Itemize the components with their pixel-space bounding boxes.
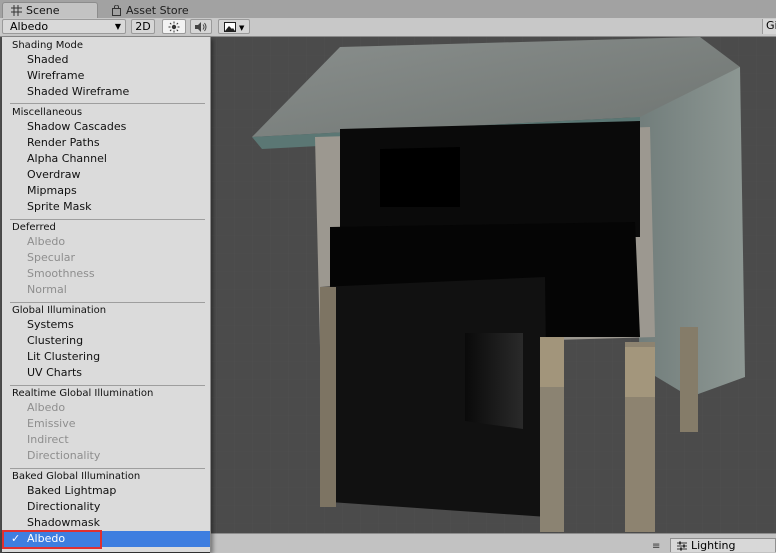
- menu-item-render-paths[interactable]: Render Paths: [27, 135, 207, 151]
- menu-item-realtime-directionality: Directionality: [27, 449, 101, 462]
- menu-item-deferred-normal: Normal: [27, 283, 67, 296]
- section-title-shading-mode: Shading Mode: [12, 40, 84, 51]
- image-icon: [223, 22, 236, 32]
- menu-item-deferred-albedo: Albedo: [27, 235, 66, 248]
- effects-arrow-icon: ▼: [239, 24, 245, 32]
- tab-asset-store[interactable]: Asset Store: [103, 2, 199, 18]
- tab-lighting-label: Lighting: [691, 538, 736, 552]
- section-title-realtime-gi: Realtime Global Illumination: [12, 388, 154, 399]
- menu-separator: [10, 385, 205, 386]
- scene-toolbar: Albedo ▼ 2D ▼ Gi: [0, 18, 776, 37]
- menu-item-deferred-smoothness: Smoothness: [27, 267, 95, 280]
- gizmos-dropdown[interactable]: Gi: [762, 19, 776, 34]
- section-title-miscellaneous: Miscellaneous: [12, 107, 83, 118]
- menu-item-alpha-channel[interactable]: Alpha Channel: [27, 151, 207, 167]
- menu-item-mipmaps[interactable]: Mipmaps: [27, 183, 207, 199]
- menu-item-lit-clustering[interactable]: Lit Clustering: [27, 349, 207, 365]
- tab-lighting[interactable]: Lighting: [670, 538, 776, 552]
- draw-mode-value: Albedo: [10, 20, 49, 33]
- menu-separator: [10, 468, 205, 469]
- menu-item-realtime-emissive: Emissive: [27, 417, 76, 430]
- 2d-toggle-button[interactable]: 2D: [131, 19, 155, 34]
- effects-dropdown[interactable]: ▼: [218, 19, 250, 34]
- menu-item-baked-directionality[interactable]: Directionality: [27, 499, 207, 515]
- menu-item-sprite-mask[interactable]: Sprite Mask: [27, 199, 207, 215]
- menu-item-baked-albedo[interactable]: ✓ Albedo: [2, 531, 210, 547]
- 2d-label: 2D: [135, 20, 151, 33]
- menu-item-clustering[interactable]: Clustering: [27, 333, 207, 349]
- menu-separator: [10, 302, 205, 303]
- menu-item-shadow-cascades[interactable]: Shadow Cascades: [27, 119, 207, 135]
- menu-item-systems[interactable]: Systems: [27, 317, 207, 333]
- draw-mode-dropdown[interactable]: Albedo ▼: [2, 19, 126, 34]
- tab-scene[interactable]: Scene: [2, 2, 98, 18]
- menu-item-realtime-albedo: Albedo: [27, 401, 66, 414]
- menu-item-shaded[interactable]: Shaded: [27, 52, 207, 68]
- section-title-deferred: Deferred: [12, 222, 56, 233]
- menu-item-baked-albedo-label: Albedo: [27, 532, 66, 545]
- menu-item-baked-lightmap[interactable]: Baked Lightmap: [27, 483, 207, 499]
- menu-item-overdraw[interactable]: Overdraw: [27, 167, 207, 183]
- tab-menu-icon[interactable]: ≡: [652, 541, 666, 552]
- dropdown-arrow-icon: ▼: [114, 22, 121, 31]
- scene-lighting-toggle[interactable]: [162, 19, 186, 34]
- menu-item-shadowmask[interactable]: Shadowmask: [27, 515, 207, 531]
- store-bag-icon: [112, 4, 121, 16]
- draw-mode-menu: Shading Mode Shaded Wireframe Shaded Wir…: [2, 37, 211, 552]
- speaker-icon: [195, 22, 207, 32]
- checkmark-icon: ✓: [11, 532, 21, 545]
- menu-item-shaded-wireframe[interactable]: Shaded Wireframe: [27, 84, 207, 100]
- gizmos-label: Gi: [766, 19, 776, 32]
- section-title-global-illumination: Global Illumination: [12, 305, 107, 316]
- menu-item-uv-charts[interactable]: UV Charts: [27, 365, 207, 381]
- grid-icon: [11, 5, 22, 16]
- menu-item-realtime-indirect: Indirect: [27, 433, 69, 446]
- sliders-icon: [677, 541, 687, 550]
- tab-scene-label: Scene: [26, 4, 60, 17]
- section-title-baked-gi: Baked Global Illumination: [12, 471, 141, 482]
- audio-toggle[interactable]: [190, 19, 212, 34]
- sun-icon: [168, 21, 180, 33]
- window-tab-bar: Scene Asset Store: [0, 0, 776, 19]
- menu-separator: [10, 219, 205, 220]
- tab-asset-store-label: Asset Store: [126, 3, 189, 17]
- menu-item-deferred-specular: Specular: [27, 251, 76, 264]
- menu-separator: [10, 103, 205, 104]
- menu-item-wireframe[interactable]: Wireframe: [27, 68, 207, 84]
